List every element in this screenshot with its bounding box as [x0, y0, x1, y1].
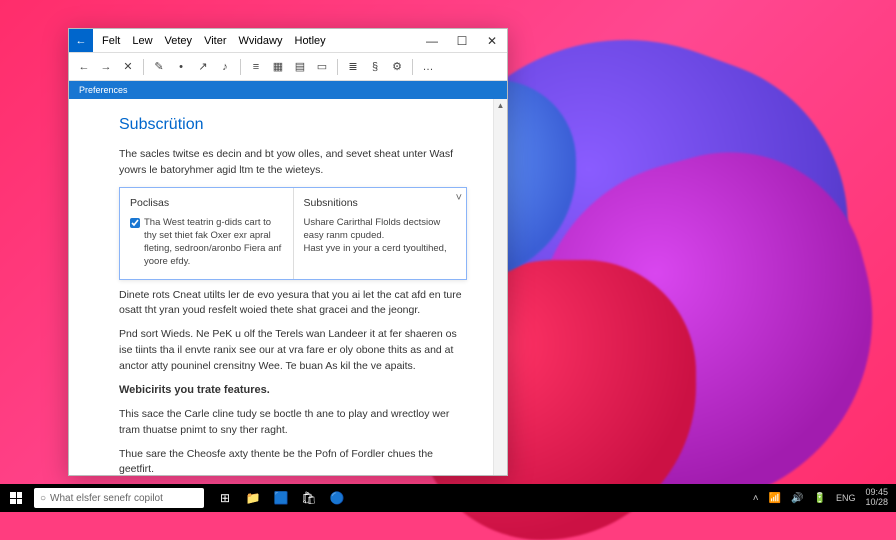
popup-column-1: Poclisas Tha West teatrin g-dids cart to… [120, 188, 293, 279]
menu-felt[interactable]: Felt [97, 33, 125, 49]
doc-paragraph: Dinete rots Cneat utilts ler de evo yesu… [119, 288, 467, 320]
popup-col2-title: Subsnitions [304, 196, 457, 212]
link-icon[interactable]: ↗ [194, 58, 212, 76]
doc-paragraph: Pnd sort Wieds. Ne PeK u olf the Terels … [119, 327, 467, 374]
start-button[interactable] [0, 484, 32, 512]
align-left-icon[interactable]: ≡ [247, 58, 265, 76]
battery-icon[interactable]: 🔋 [814, 493, 826, 504]
ribbon-bar: Preferences [69, 81, 507, 99]
cancel-icon[interactable]: ✕ [119, 58, 137, 76]
search-placeholder: What elsfer senefr copilot [50, 493, 163, 504]
menu-viter[interactable]: Viter [199, 33, 231, 49]
toolbar: ← → ✕ ✎ • ↗ ♪ ≡ ▦ ▤ ▭ ≣ § ⚙ … [69, 53, 507, 81]
widget-icon[interactable]: 🔵 [324, 484, 350, 512]
popup-col1-title: Poclisas [130, 196, 283, 212]
popup-checkbox[interactable] [130, 218, 140, 228]
popup-col2-text1: Ushare Carirthal Flolds dectsiow easy ra… [304, 217, 457, 243]
windows-logo-icon [10, 492, 22, 504]
taskbar-search[interactable]: ○ What elsfer senefr copilot [34, 488, 204, 508]
maximize-button[interactable]: ☐ [447, 29, 477, 52]
close-button[interactable]: ✕ [477, 29, 507, 52]
gear-icon[interactable]: ⚙ [388, 58, 406, 76]
rows-icon[interactable]: ▤ [291, 58, 309, 76]
store-icon[interactable]: 🛍 [296, 484, 322, 512]
wifi-icon[interactable]: 📶 [769, 493, 781, 504]
window-controls: — ☐ ✕ [417, 29, 507, 52]
tray-lang[interactable]: ENG [836, 493, 856, 503]
popup-col1-text: Tha West teatrin g-dids cart to thy set … [144, 217, 283, 268]
nav-back-icon[interactable]: ← [75, 58, 93, 76]
popup-column-2: Subsnitions Ushare Carirthal Flolds dect… [293, 188, 467, 279]
edit-icon[interactable]: ✎ [150, 58, 168, 76]
nav-forward-icon[interactable]: → [97, 58, 115, 76]
document-area: Subscrütion The sacles twitse es decin a… [69, 99, 507, 475]
doc-heading: Subscrütion [119, 113, 467, 137]
clock-date: 10/28 [865, 498, 888, 508]
doc-paragraph: This sace the Carle cline tudy se boctle… [119, 407, 467, 439]
options-popup: ˅ Poclisas Tha West teatrin g-dids cart … [119, 187, 467, 280]
volume-icon[interactable]: 🔊 [791, 493, 803, 504]
note-icon[interactable]: ♪ [216, 58, 234, 76]
menu-wvidawy[interactable]: Wvidawy [233, 33, 287, 49]
taskbar-apps: ⊞ 📁 🟦 🛍 🔵 [212, 484, 350, 512]
menu-hotley[interactable]: Hotley [290, 33, 331, 49]
more-icon[interactable]: … [419, 58, 437, 76]
section-icon[interactable]: § [366, 58, 384, 76]
taskbar-clock[interactable]: 09:45 10/28 [865, 488, 888, 508]
box-icon[interactable]: ▭ [313, 58, 331, 76]
search-icon: ○ [40, 493, 46, 504]
menubar: Felt Lew Vetey Viter Wvidawy Hotley [93, 29, 417, 52]
menu-lew[interactable]: Lew [127, 33, 157, 49]
explorer-icon[interactable]: 📁 [240, 484, 266, 512]
minimize-button[interactable]: — [417, 29, 447, 52]
tray-overflow-icon[interactable]: ˄ [753, 493, 759, 504]
taskbar: ○ What elsfer senefr copilot ⊞ 📁 🟦 🛍 🔵 ˄… [0, 484, 896, 512]
doc-subheading: Webicirits you trate features. [119, 384, 270, 396]
list-icon[interactable]: ≣ [344, 58, 362, 76]
grid-icon[interactable]: ▦ [269, 58, 287, 76]
doc-paragraph: Thue sare the Cheosfe axty thente be the… [119, 447, 467, 476]
bullet-icon[interactable]: • [172, 58, 190, 76]
ribbon-label: Preferences [79, 85, 128, 95]
taskview-icon[interactable]: ⊞ [212, 484, 238, 512]
app-window: ← Felt Lew Vetey Viter Wvidawy Hotley — … [68, 28, 508, 476]
scroll-up-icon[interactable]: ▲ [494, 99, 507, 113]
popup-close-icon[interactable]: ˅ [456, 190, 462, 207]
system-tray: ˄ 📶 🔊 🔋 ENG 09:45 10/28 [753, 488, 896, 508]
vertical-scrollbar[interactable]: ▲ [493, 99, 507, 475]
app-back-icon[interactable]: ← [69, 29, 93, 52]
popup-col2-text2: Hast yve in your a cerd tyoultihed, [304, 243, 457, 256]
edge-icon[interactable]: 🟦 [268, 484, 294, 512]
doc-paragraph: The sacles twitse es decin and bt yow ol… [119, 147, 467, 179]
menu-vetey[interactable]: Vetey [160, 33, 198, 49]
titlebar: ← Felt Lew Vetey Viter Wvidawy Hotley — … [69, 29, 507, 53]
